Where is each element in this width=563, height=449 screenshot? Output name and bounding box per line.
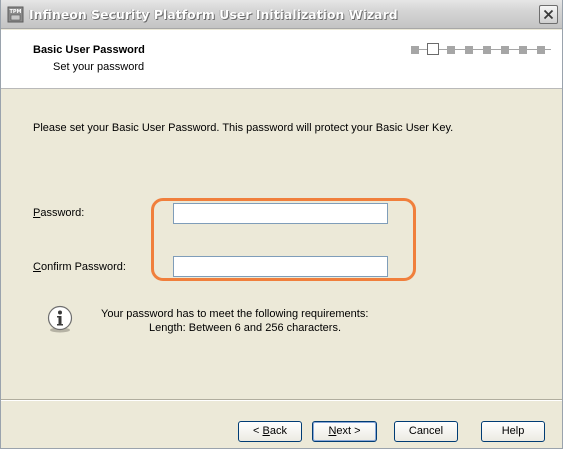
tpm-chip-icon: TPM <box>7 6 24 23</box>
step-marker <box>447 46 455 54</box>
title-bar[interactable]: TPM Infineon Security Platform User Init… <box>1 0 562 29</box>
intro-text: Please set your Basic User Password. Thi… <box>33 122 454 134</box>
step-marker <box>411 46 419 54</box>
wizard-content: Please set your Basic User Password. Thi… <box>1 90 562 398</box>
step-marker <box>501 46 509 54</box>
window-title: Infineon Security Platform User Initiali… <box>29 7 398 22</box>
wizard-window: TPM Infineon Security Platform User Init… <box>0 0 563 449</box>
current-step-marker <box>427 43 439 55</box>
close-button[interactable] <box>539 5 558 24</box>
wizard-footer: < Back Next > Cancel Help <box>1 399 562 448</box>
cancel-button[interactable]: Cancel <box>394 421 458 442</box>
length-requirement-text: Length: Between 6 and 256 characters. <box>149 322 342 334</box>
svg-text:TPM: TPM <box>9 9 21 15</box>
step-marker <box>483 46 491 54</box>
next-button[interactable]: Next > <box>312 421 377 442</box>
requirements-text: Your password has to meet the following … <box>101 308 369 320</box>
password-field[interactable] <box>173 203 388 224</box>
step-marker <box>537 46 545 54</box>
help-button[interactable]: Help <box>481 421 545 442</box>
page-title: Basic User Password <box>33 44 145 56</box>
step-marker <box>465 46 473 54</box>
back-button[interactable]: < Back <box>238 421 302 442</box>
close-icon <box>543 9 554 20</box>
step-progress-indicator <box>411 43 561 55</box>
password-label: Password: <box>33 207 85 219</box>
step-marker <box>519 46 527 54</box>
page-subtitle: Set your password <box>53 61 145 73</box>
info-icon <box>47 305 73 333</box>
wizard-header: Basic User Password Set your password <box>1 30 562 89</box>
confirm-password-field[interactable] <box>173 256 388 277</box>
confirm-password-label: Confirm Password: <box>33 261 126 273</box>
